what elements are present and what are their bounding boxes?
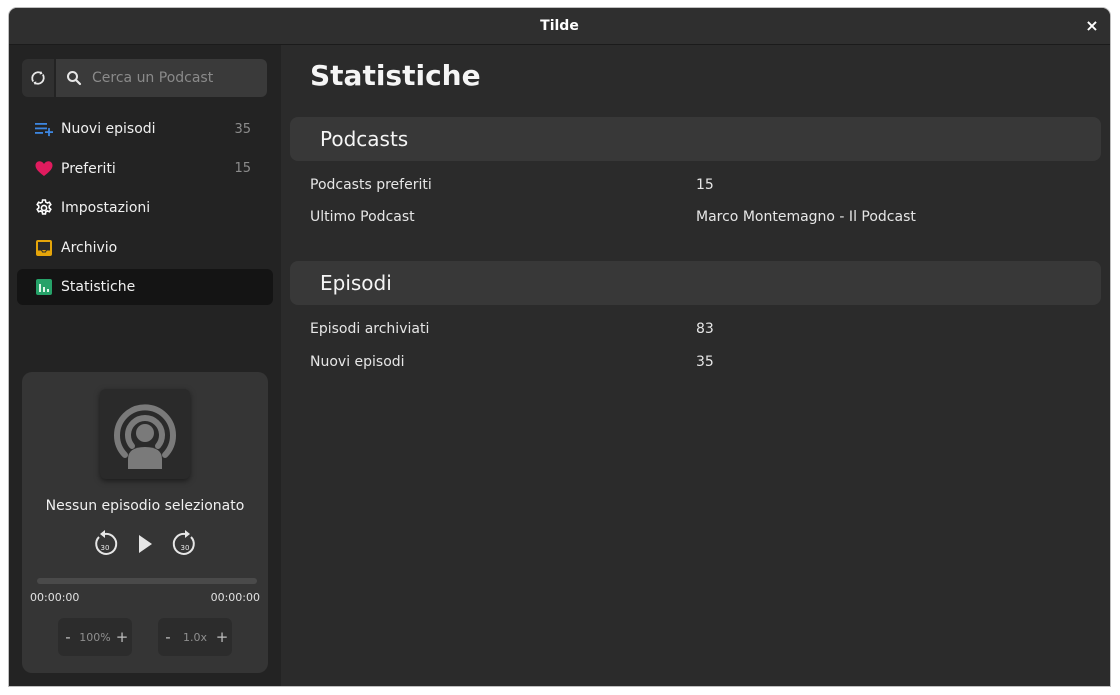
- skip-forward-label: 30: [181, 544, 190, 552]
- stat-row: Ultimo Podcast Marco Montemagno - Il Pod…: [310, 209, 1090, 229]
- sidebar: Nuovi episodi 35 Preferiti 15: [9, 45, 281, 686]
- close-button[interactable]: ×: [1082, 16, 1102, 36]
- sidebar-item-favorites[interactable]: Preferiti 15: [17, 151, 273, 187]
- stats-icon: [35, 278, 53, 296]
- stat-row: Podcasts preferiti 15: [310, 177, 1090, 197]
- inbox-icon: [35, 239, 53, 257]
- section-title: Episodi: [320, 271, 392, 295]
- stat-value: 83: [696, 321, 714, 337]
- play-icon: [139, 535, 152, 553]
- section-title: Podcasts: [320, 127, 409, 151]
- new-episodes-icon: [35, 120, 53, 138]
- sidebar-item-label: Nuovi episodi: [61, 121, 156, 137]
- volume-stepper: - 100% +: [58, 618, 132, 656]
- section-header-episodes: Episodi: [290, 261, 1101, 305]
- stat-row: Nuovi episodi 35: [310, 354, 1090, 374]
- podcast-cover: [100, 389, 190, 479]
- stat-label: Episodi archiviati: [310, 321, 430, 337]
- search-icon: [67, 71, 82, 86]
- stat-label: Nuovi episodi: [310, 354, 405, 370]
- skip-forward-icon: 30: [172, 530, 195, 555]
- search-input[interactable]: [90, 69, 264, 87]
- episode-title: Nessun episodio selezionato: [45, 498, 245, 514]
- main-content: Statistiche Podcasts Podcasts preferiti …: [281, 45, 1110, 686]
- stat-value: Marco Montemagno - Il Podcast: [696, 209, 916, 225]
- sidebar-nav: Nuovi episodi 35 Preferiti 15 Impostazio…: [17, 111, 273, 309]
- sidebar-item-statistics[interactable]: Statistiche: [17, 269, 273, 305]
- search-field[interactable]: [56, 59, 267, 97]
- page-title: Statistiche: [310, 59, 481, 92]
- sidebar-item-archive[interactable]: Archivio: [17, 230, 273, 266]
- speed-value: 1.0x: [182, 630, 207, 644]
- play-button[interactable]: [130, 528, 160, 560]
- gear-icon: [35, 199, 53, 217]
- skip-back-label: 30: [101, 544, 110, 552]
- section-header-podcasts: Podcasts: [290, 117, 1101, 161]
- speed-decrease-button[interactable]: -: [158, 628, 178, 646]
- current-time: 00:00:00: [30, 591, 80, 604]
- stat-row: Episodi archiviati 83: [310, 321, 1090, 341]
- speed-increase-button[interactable]: +: [212, 628, 232, 646]
- sidebar-item-label: Archivio: [61, 239, 118, 256]
- sidebar-item-label: Statistiche: [61, 279, 136, 295]
- sidebar-item-label: Impostazioni: [61, 200, 151, 216]
- sidebar-item-count: 35: [234, 121, 251, 137]
- stat-label: Ultimo Podcast: [310, 209, 415, 225]
- total-time: 00:00:00: [210, 591, 260, 604]
- volume-decrease-button[interactable]: -: [58, 628, 78, 646]
- volume-value: 100%: [79, 630, 111, 644]
- podcast-icon: [114, 404, 176, 469]
- app-window: Tilde × Cerca un Podcast Nuovi episodi 3…: [9, 8, 1110, 686]
- skip-back-button[interactable]: 30: [90, 528, 120, 560]
- progress-bar[interactable]: [37, 578, 257, 584]
- stat-label: Podcasts preferiti: [310, 177, 432, 193]
- title-bar: Tilde ×: [9, 8, 1110, 45]
- window-title: Tilde: [540, 18, 579, 34]
- speed-stepper: - 1.0x +: [158, 618, 232, 656]
- stat-value: 15: [696, 177, 714, 193]
- sidebar-item-count: 15: [234, 161, 251, 176]
- sidebar-item-new-episodes[interactable]: Nuovi episodi 35: [17, 111, 273, 147]
- sidebar-item-label: Preferiti: [61, 160, 116, 177]
- sidebar-item-settings[interactable]: Impostazioni: [17, 190, 273, 226]
- heart-icon: [35, 160, 53, 178]
- playback-controls: 30 30: [22, 528, 268, 560]
- audio-player: Nessun episodio selezionato 30 30 00:00:…: [22, 372, 268, 673]
- skip-forward-button[interactable]: 30: [170, 528, 200, 560]
- refresh-button[interactable]: [22, 59, 54, 97]
- stat-value: 35: [696, 354, 714, 370]
- volume-increase-button[interactable]: +: [112, 628, 132, 646]
- refresh-icon: [31, 71, 45, 85]
- skip-back-icon: 30: [95, 530, 118, 555]
